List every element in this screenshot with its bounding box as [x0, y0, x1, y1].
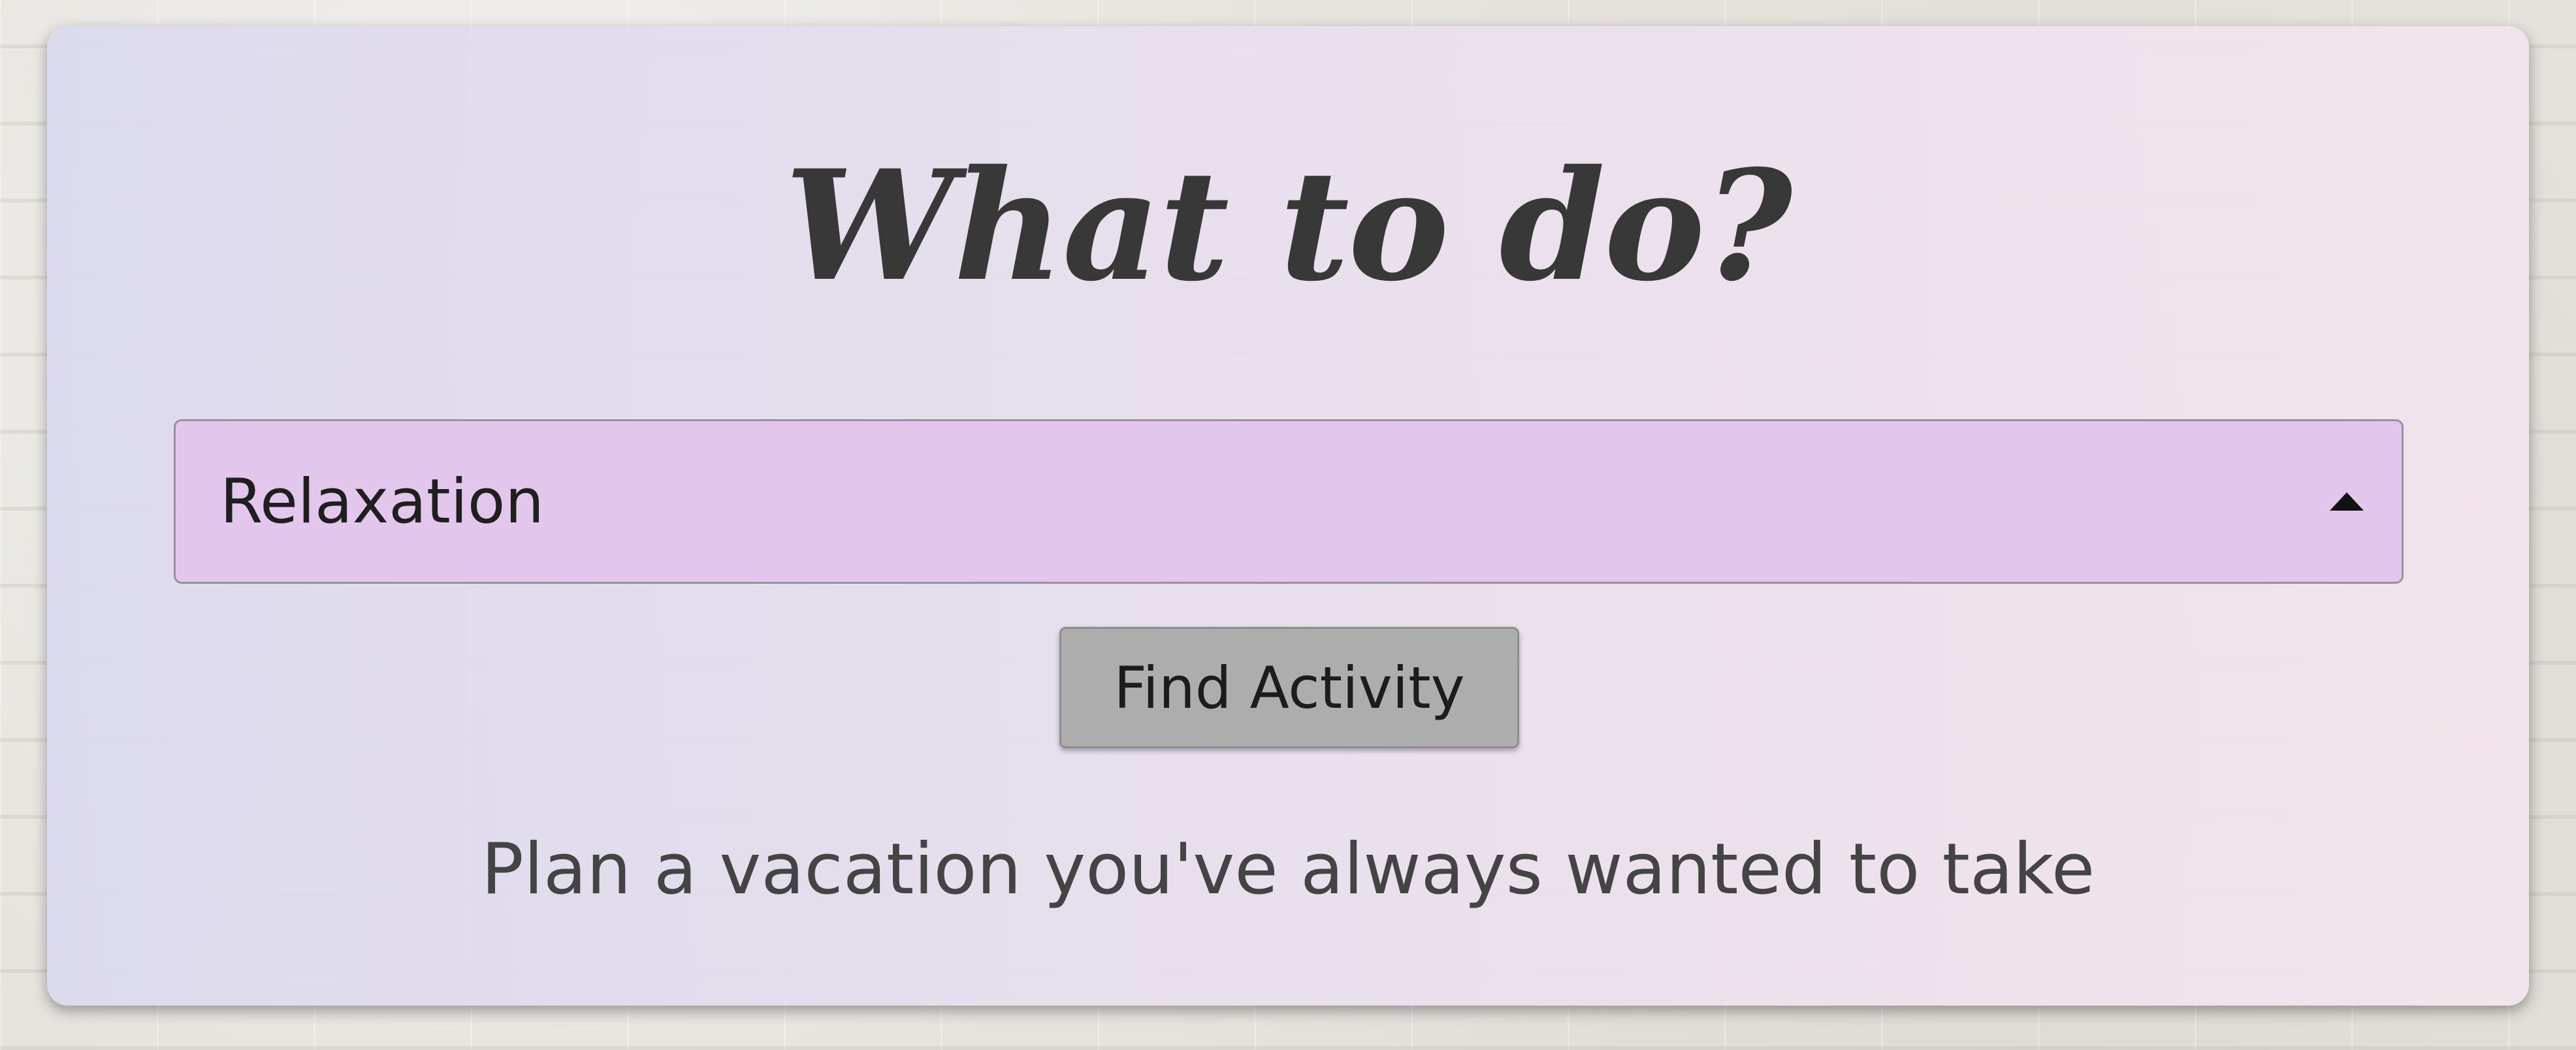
caret-up-icon [2330, 492, 2364, 511]
activity-type-select[interactable]: Relaxation [174, 419, 2404, 584]
activity-card: What to do? Relaxation Find Activity Pla… [47, 26, 2529, 1006]
page-title: What to do? [784, 136, 1792, 315]
activity-type-selected-value: Relaxation [220, 466, 544, 537]
activity-result-text: Plan a vacation you've always wanted to … [481, 829, 2095, 910]
find-activity-button[interactable]: Find Activity [1059, 627, 1519, 748]
